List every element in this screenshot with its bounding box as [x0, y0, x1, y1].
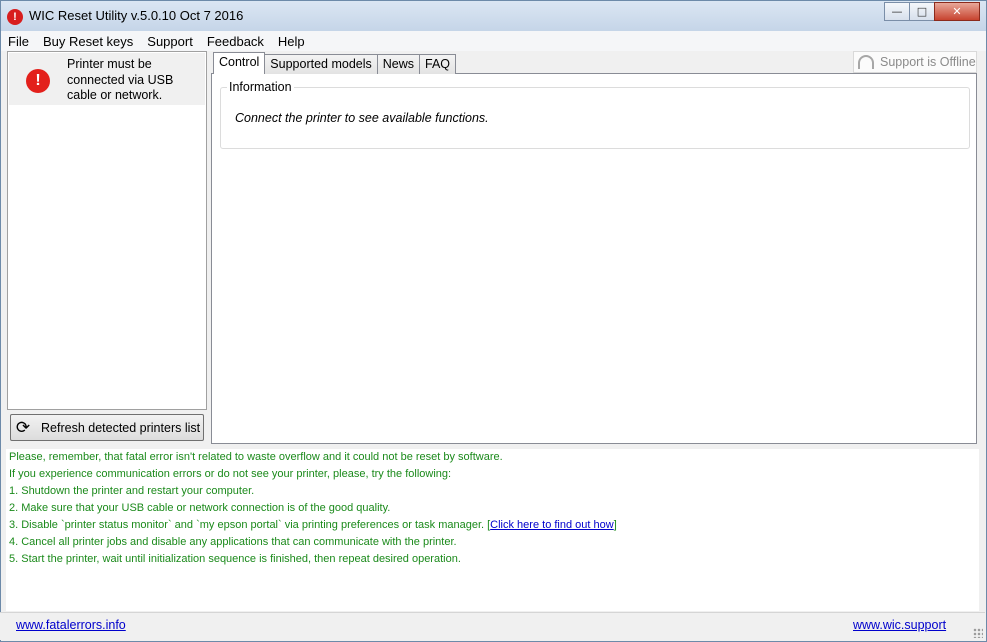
- refresh-printers-button[interactable]: ⟳ Refresh detected printers list: [10, 414, 204, 441]
- fatalerrors-link[interactable]: www.fatalerrors.info: [16, 618, 126, 632]
- log-area[interactable]: Please, remember, that fatal error isn't…: [6, 449, 979, 611]
- tab-news[interactable]: News: [376, 54, 421, 74]
- log-line-end: ]: [613, 519, 617, 531]
- log-line: 2. Make sure that your USB cable or netw…: [9, 502, 391, 514]
- tab-strip: Control Supported models News FAQ: [213, 52, 457, 74]
- refresh-icon: ⟳: [15, 418, 31, 437]
- log-line: 5. Start the printer, wait until initial…: [9, 553, 461, 565]
- log-line-text: 3. Disable `printer status monitor` and …: [9, 519, 491, 531]
- headset-icon: [858, 55, 874, 69]
- menu-support[interactable]: Support: [147, 34, 193, 49]
- error-icon: !: [26, 69, 50, 93]
- find-out-how-link[interactable]: Click here to find out how: [490, 519, 614, 531]
- menu-bar: File Buy Reset keys Support Feedback Hel…: [1, 31, 986, 51]
- log-line: Please, remember, that fatal error isn't…: [9, 451, 503, 463]
- log-line: If you experience communication errors o…: [9, 468, 452, 480]
- printer-status-text: Printer must be connected via USB cable …: [67, 57, 174, 102]
- menu-file[interactable]: File: [8, 34, 29, 49]
- log-line: 1. Shutdown the printer and restart your…: [9, 485, 255, 497]
- menu-feedback[interactable]: Feedback: [207, 34, 264, 49]
- printers-list[interactable]: ! Printer must be connected via USB cabl…: [7, 51, 207, 410]
- menu-buy-reset-keys[interactable]: Buy Reset keys: [43, 34, 133, 49]
- minimize-button[interactable]: —: [884, 2, 910, 21]
- resize-grip-icon[interactable]: [973, 628, 983, 638]
- log-line-with-link: 3. Disable `printer status monitor` and …: [9, 519, 617, 531]
- maximize-button[interactable]: □: [909, 2, 935, 21]
- wic-support-link[interactable]: www.wic.support: [853, 618, 946, 632]
- refresh-button-label: Refresh detected printers list: [41, 421, 201, 435]
- log-line: 4. Cancel all printer jobs and disable a…: [9, 536, 457, 548]
- printer-status-message: ! Printer must be connected via USB cabl…: [9, 53, 205, 105]
- window-controls: — □ ✕: [884, 2, 980, 21]
- information-text: Connect the printer to see available fun…: [235, 111, 489, 125]
- tab-control[interactable]: Control: [213, 52, 266, 74]
- title-bar[interactable]: ! WIC Reset Utility v.5.0.10 Oct 7 2016 …: [1, 1, 986, 31]
- tab-faq[interactable]: FAQ: [419, 54, 457, 74]
- support-status-text: Support is Offline: [880, 55, 976, 69]
- information-legend: Information: [227, 80, 294, 94]
- menu-help[interactable]: Help: [278, 34, 305, 49]
- support-status-button[interactable]: Support is Offline: [853, 51, 977, 73]
- app-icon[interactable]: !: [7, 9, 23, 25]
- tab-supported-models[interactable]: Supported models: [264, 54, 378, 74]
- status-bar: www.fatalerrors.info www.wic.support: [0, 612, 985, 640]
- window-title: WIC Reset Utility v.5.0.10 Oct 7 2016: [29, 8, 244, 23]
- close-button[interactable]: ✕: [934, 2, 980, 21]
